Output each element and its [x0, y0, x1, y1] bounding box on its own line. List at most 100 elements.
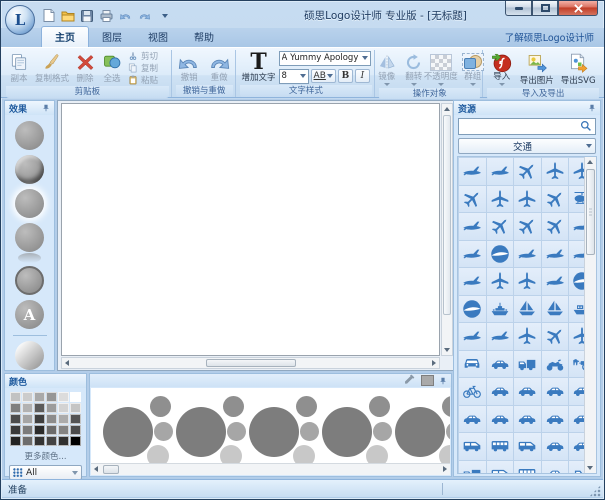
color-swatch[interactable]: [34, 403, 45, 413]
resource-plane-top[interactable]: [514, 268, 541, 295]
undo-icon[interactable]: [117, 8, 133, 23]
resource-plane-top[interactable]: [487, 268, 514, 295]
pin-icon[interactable]: [588, 104, 596, 112]
resource-truck[interactable]: [459, 461, 486, 474]
scroll-left-icon[interactable]: [62, 358, 72, 368]
resource-plane-top[interactable]: [569, 158, 584, 185]
effect-reflection[interactable]: [15, 223, 44, 252]
group-button[interactable]: 群组: [460, 50, 486, 87]
color-swatch[interactable]: [22, 436, 33, 446]
resource-plane-diag[interactable]: [542, 186, 569, 213]
canvas-vertical-scrollbar[interactable]: [441, 103, 453, 356]
color-swatch[interactable]: [46, 436, 57, 446]
color-scheme-item[interactable]: [322, 396, 384, 463]
import-button[interactable]: 导入: [489, 50, 515, 87]
resource-car-side[interactable]: [514, 406, 541, 433]
scroll-up-icon[interactable]: [442, 104, 452, 114]
resource-car-side[interactable]: [487, 378, 514, 405]
search-icon[interactable]: [580, 117, 592, 136]
resource-plane-diag[interactable]: [514, 213, 541, 240]
color-swatch[interactable]: [70, 414, 81, 424]
color-swatch[interactable]: [10, 436, 21, 446]
color-swatch[interactable]: [46, 425, 57, 435]
canvas-hscroll-thumb[interactable]: [206, 359, 296, 367]
resource-car-side[interactable]: [542, 378, 569, 405]
resource-plane-top[interactable]: [487, 186, 514, 213]
current-color-swatch[interactable]: [421, 375, 434, 386]
scroll-down-icon[interactable]: [585, 463, 595, 473]
color-scheme-item[interactable]: [176, 396, 238, 463]
cut-button[interactable]: 剪切: [128, 50, 158, 61]
resource-plane-diag[interactable]: [459, 186, 486, 213]
resource-car-side[interactable]: [569, 406, 584, 433]
resource-plane-side[interactable]: [542, 268, 569, 295]
resource-plane-side[interactable]: [542, 241, 569, 268]
resource-plane-side[interactable]: [459, 158, 486, 185]
pin-icon[interactable]: [42, 104, 50, 112]
redo-icon[interactable]: [136, 8, 152, 23]
delete-button[interactable]: 删除: [72, 50, 98, 85]
resource-plane-side[interactable]: [459, 213, 486, 240]
resource-car-skid[interactable]: [569, 433, 584, 460]
save-icon[interactable]: [79, 8, 95, 23]
font-size-select[interactable]: 8: [279, 69, 309, 84]
restore-button[interactable]: [532, 1, 558, 16]
new-document-icon[interactable]: [41, 8, 57, 23]
effect-glow[interactable]: [15, 189, 44, 218]
app-logo-icon[interactable]: TL: [5, 5, 35, 35]
more-colors-link[interactable]: 更多颜色...: [5, 450, 86, 462]
resize-grip[interactable]: [589, 485, 601, 497]
resource-plane-diag[interactable]: [514, 158, 541, 185]
canvas-vscroll-thumb[interactable]: [443, 115, 451, 315]
mirror-button[interactable]: 镜像: [374, 50, 400, 87]
schemes-scrollbar[interactable]: [91, 463, 450, 475]
color-scheme-item[interactable]: [249, 396, 311, 463]
color-swatch[interactable]: [22, 425, 33, 435]
effect-letter[interactable]: A: [15, 300, 44, 329]
tab-layers[interactable]: 图层: [89, 27, 135, 47]
resource-plane-side[interactable]: [487, 158, 514, 185]
resource-sailboat[interactable]: [542, 296, 569, 323]
resource-helicopter[interactable]: [569, 186, 584, 213]
resource-car-side[interactable]: [487, 351, 514, 378]
resource-van[interactable]: [487, 461, 514, 474]
resource-plane-side[interactable]: [459, 241, 486, 268]
effect-outline[interactable]: [15, 266, 44, 295]
resource-car-side[interactable]: [487, 406, 514, 433]
scroll-right-icon[interactable]: [429, 358, 439, 368]
resource-limousine[interactable]: [459, 433, 486, 460]
color-swatch[interactable]: [34, 392, 45, 402]
color-swatch[interactable]: [70, 436, 81, 446]
resource-plane-side[interactable]: [569, 241, 584, 268]
resource-car-front[interactable]: [459, 351, 486, 378]
resource-seaplane[interactable]: [487, 323, 514, 350]
color-scheme-item[interactable]: [395, 396, 450, 463]
color-swatch[interactable]: [34, 436, 45, 446]
resource-search-input[interactable]: [462, 121, 580, 133]
color-swatch[interactable]: [22, 403, 33, 413]
resource-category-select[interactable]: 交通: [458, 138, 596, 154]
export-image-button[interactable]: 导出图片: [518, 50, 556, 87]
resource-plane-side[interactable]: [459, 268, 486, 295]
mirror-dropdown-icon[interactable]: [384, 83, 390, 86]
canvas-horizontal-scrollbar[interactable]: [61, 357, 440, 369]
resource-plane-top[interactable]: [542, 158, 569, 185]
color-scheme-item[interactable]: [103, 396, 165, 463]
color-swatch[interactable]: [46, 414, 57, 424]
resource-plane-top[interactable]: [514, 186, 541, 213]
open-folder-icon[interactable]: [60, 8, 76, 23]
import-dropdown-icon[interactable]: [499, 83, 505, 86]
color-swatch[interactable]: [58, 436, 69, 446]
export-svg-button[interactable]: 导出SVG: [559, 50, 598, 87]
resource-bicycle[interactable]: [459, 378, 486, 405]
color-swatch[interactable]: [58, 425, 69, 435]
resource-plane-circle[interactable]: [487, 241, 514, 268]
scroll-right-icon[interactable]: [440, 464, 450, 474]
effect-bevel[interactable]: [15, 155, 44, 184]
color-swatch[interactable]: [10, 392, 21, 402]
resource-bus[interactable]: [514, 461, 541, 474]
color-swatch[interactable]: [70, 425, 81, 435]
scroll-left-icon[interactable]: [91, 464, 101, 474]
resource-horse-cart[interactable]: [569, 351, 584, 378]
resource-sports-car[interactable]: [542, 433, 569, 460]
